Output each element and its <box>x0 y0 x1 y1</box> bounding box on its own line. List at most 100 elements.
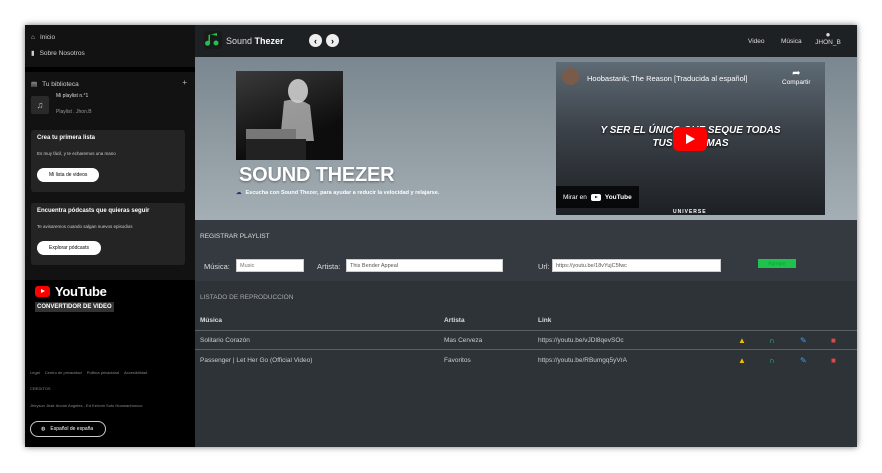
hero-banner: SOUND THEZER ☁ Escucha con Sound Thezer,… <box>195 57 857 220</box>
podcasts-card: Encuentra pódcasts que quieras seguir Te… <box>31 203 185 265</box>
hero-image <box>236 71 343 160</box>
my-video-list-button[interactable]: Mi lista de videos <box>37 168 100 182</box>
pianist-silhouette <box>246 79 314 160</box>
youtube-mini-icon <box>590 193 601 201</box>
edit-icon[interactable]: ✎ <box>800 356 807 365</box>
download-icon[interactable]: ▲ <box>738 336 746 345</box>
video-watermark: UNIVERSE <box>673 209 707 215</box>
channel-avatar[interactable] <box>562 68 579 85</box>
card-title: Encuentra pódcasts que quieras seguir <box>37 208 150 214</box>
share-button[interactable]: ➦ Compartir <box>782 68 811 86</box>
play-button[interactable] <box>673 127 707 151</box>
back-button[interactable]: ‹ <box>309 34 322 47</box>
sidebar-nav: ⌂ Inicio ▮ Sobre Nosotros <box>25 25 195 67</box>
cell-musica: Solitario Corazón <box>200 337 250 344</box>
delete-icon[interactable]: ■ <box>831 356 836 365</box>
main-content: Sound Thezer ‹ › Video Música ● JHON_B S… <box>195 25 857 447</box>
footer-link-legal[interactable]: Legal <box>30 370 40 375</box>
artista-input[interactable] <box>346 259 503 272</box>
share-icon: ➦ <box>792 68 801 79</box>
share-label: Compartir <box>782 79 811 86</box>
watch-on-label: Mirar en <box>563 193 587 201</box>
library-panel: ▤ Tu biblioteca + ♫ Mi playlist n.°1 Pla… <box>25 72 195 280</box>
delete-icon[interactable]: ■ <box>831 336 836 345</box>
library-header[interactable]: ▤ Tu biblioteca <box>31 80 79 89</box>
playlist-section <box>195 281 857 447</box>
url-label: Url: <box>538 262 550 271</box>
logo-icon <box>204 31 222 49</box>
nav-link-video[interactable]: Video <box>748 38 765 45</box>
user-name: JHON_B <box>815 39 841 46</box>
credits-label: CREDITOS <box>30 386 51 391</box>
globe-icon: ◍ <box>41 426 46 432</box>
agregar-button[interactable]: Agregar <box>758 259 796 268</box>
youtube-logo: YouTube <box>35 284 107 299</box>
explore-podcasts-button[interactable]: Explorar pódcasts <box>37 241 102 255</box>
converter-label: CONVERTIDOR DE VIDEO <box>35 302 114 312</box>
video-title[interactable]: Hoobastank; The Reason [Traducida al esp… <box>587 74 748 83</box>
watch-on-youtube-button[interactable]: Mirar en YouTube <box>556 186 639 208</box>
register-playlist-title: REGISTRAR PLAYLIST <box>200 233 270 240</box>
cell-link[interactable]: https://youtu.be/vJDl8qevSOc <box>538 337 624 344</box>
column-header-link: Link <box>538 317 552 324</box>
cell-link[interactable]: https://youtu.be/RBumgq5yVrA <box>538 357 627 364</box>
card-title: Crea tu primera lista <box>37 135 96 141</box>
brand-prefix: Sound <box>226 36 253 46</box>
footer-link-privacy-policy[interactable]: Politica privacidad <box>87 370 119 375</box>
hero-title: SOUND THEZER <box>239 164 395 186</box>
headphones-icon[interactable]: ∩ <box>769 336 775 345</box>
playlist-subtitle: Playlist . Jhon.B <box>56 109 92 115</box>
home-icon: ⌂ <box>31 34 35 41</box>
column-header-musica: Música <box>200 317 223 324</box>
hero-subtitle-text: Escucha con Sound Thezer, para ayudar a … <box>245 190 440 196</box>
brand-name[interactable]: Sound Thezer <box>226 36 284 46</box>
top-bar: Sound Thezer ‹ › Video Música ● JHON_B <box>195 25 857 57</box>
language-button[interactable]: ◍ Español de españa <box>30 421 107 437</box>
user-menu[interactable]: ● JHON_B <box>813 30 843 46</box>
brand-suffix: Thezer <box>254 36 284 46</box>
nav-item-label: Sobre Nosotros <box>39 49 85 57</box>
library-icon: ▤ <box>31 81 38 88</box>
app-window: ⌂ Inicio ▮ Sobre Nosotros ▤ Tu bibliotec… <box>25 25 857 447</box>
url-input[interactable] <box>552 259 721 272</box>
library-title: Tu biblioteca <box>42 80 79 88</box>
playlist-name[interactable]: Mi playlist n.°1 <box>56 93 88 99</box>
column-header-artista: Artista <box>444 317 465 324</box>
youtube-mini-word: YouTube <box>604 193 632 201</box>
footer-links: Legal Centro de privacidad Politica priv… <box>30 370 147 375</box>
nav-item-label: Inicio <box>39 34 56 41</box>
forward-button[interactable]: › <box>326 34 339 47</box>
cloud-icon: ☁ <box>236 190 242 196</box>
youtube-video-embed[interactable]: Hoobastank; The Reason [Traducida al esp… <box>556 62 825 215</box>
table-divider <box>195 330 857 331</box>
create-playlist-card: Crea tu primera lista Es muy fácil, y te… <box>31 130 185 192</box>
youtube-play-icon <box>35 286 50 297</box>
nav-link-musica[interactable]: Música <box>781 38 802 45</box>
cell-artista: Favoritos <box>444 357 471 364</box>
footer-link-accessibility[interactable]: Accesibilidad <box>124 370 147 375</box>
add-icon[interactable]: + <box>182 78 187 87</box>
nav-item-inicio[interactable]: ⌂ Inicio <box>31 34 55 41</box>
footer-link-privacy-center[interactable]: Centro de privacidad <box>45 370 82 375</box>
table-divider <box>195 349 857 350</box>
building-icon: ▮ <box>31 50 35 57</box>
headphones-icon[interactable]: ∩ <box>769 356 775 365</box>
user-icon: ● <box>825 30 831 39</box>
playlist-list-title: LISTADO DE REPRODUCCION <box>200 294 294 301</box>
cell-musica: Passenger | Let Her Go (Official Video) <box>200 357 313 364</box>
artista-label: Artista: <box>317 262 341 271</box>
card-text: Es muy fácil, y te echaremos una mano <box>37 151 116 156</box>
youtube-wordmark: YouTube <box>55 284 107 299</box>
edit-icon[interactable]: ✎ <box>800 336 807 345</box>
card-text: Te avisaremos cuando salgan nuevos episo… <box>37 224 133 229</box>
language-label: Español de españa <box>50 426 94 432</box>
nav-item-sobre-nosotros[interactable]: ▮ Sobre Nosotros <box>31 49 85 58</box>
credits-names: Jheyson Jhair Anone Angeles - Ed Kelvvin… <box>30 403 143 408</box>
cell-artista: Mas Cerveza <box>444 337 483 344</box>
music-note-icon[interactable]: ♫ <box>31 96 49 114</box>
sidebar: ⌂ Inicio ▮ Sobre Nosotros ▤ Tu bibliotec… <box>25 25 195 447</box>
download-icon[interactable]: ▲ <box>738 356 746 365</box>
hero-subtitle: ☁ Escucha con Sound Thezer, para ayudar … <box>236 190 439 196</box>
musica-label: Música: <box>204 262 230 271</box>
musica-input[interactable] <box>236 259 304 272</box>
